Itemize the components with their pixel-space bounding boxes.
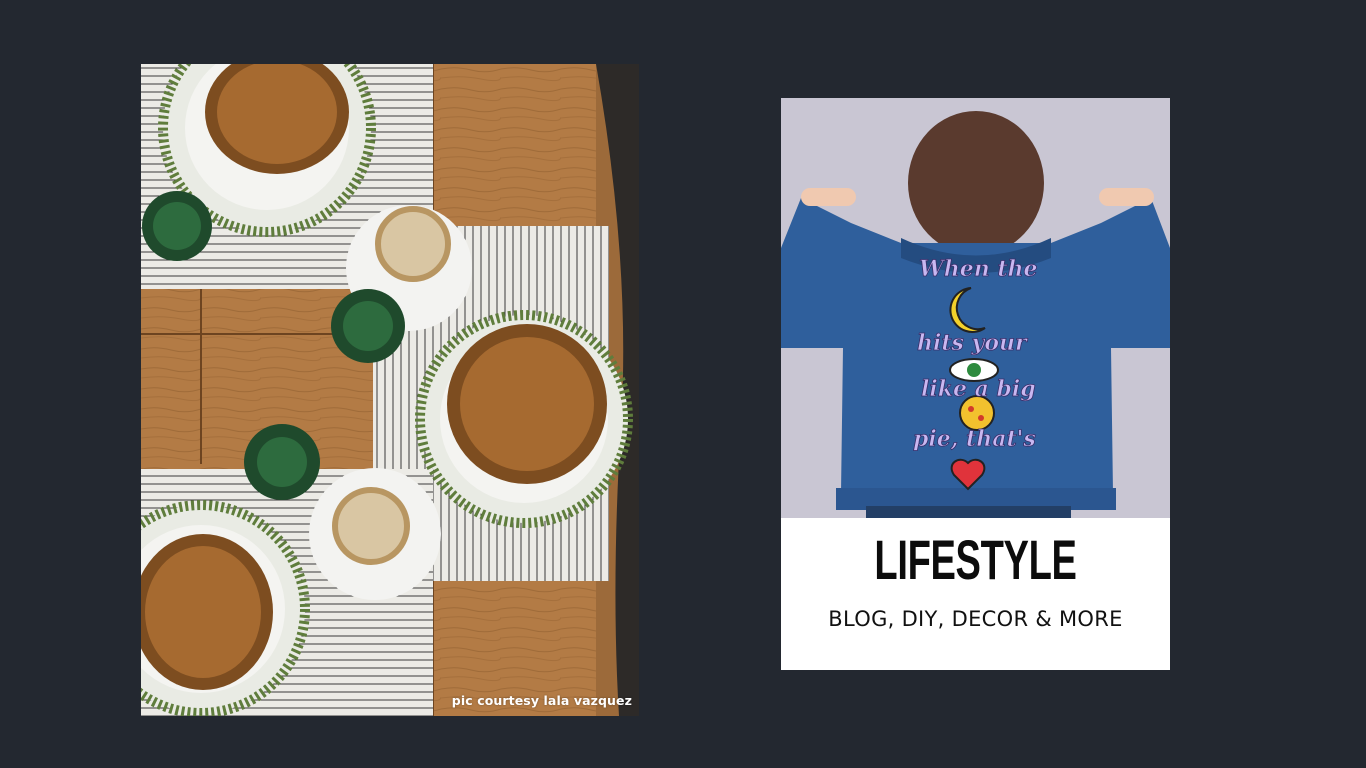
photo-credit-caption: pic courtesy lala vazquez — [451, 693, 632, 708]
jacket-text-line-2: hits your — [917, 330, 1028, 356]
denim-jacket-illustration: When the hits your like a big pie, that'… — [781, 98, 1170, 518]
lifestyle-card[interactable]: When the hits your like a big pie, that'… — [781, 98, 1170, 670]
card-subtitle: BLOG, DIY, DECOR & MORE — [828, 607, 1123, 631]
card-title: LIFESTYLE — [874, 528, 1077, 591]
table-setting-illustration — [141, 64, 639, 716]
denim-jacket-photo: When the hits your like a big pie, that'… — [781, 98, 1170, 518]
jacket-text-line-3: like a big — [921, 376, 1036, 402]
jacket-text-line-4: pie, that's — [913, 426, 1036, 452]
table-setting-photo: pic courtesy lala vazquez — [141, 64, 639, 716]
jacket-text-line-1: When the — [919, 256, 1038, 282]
